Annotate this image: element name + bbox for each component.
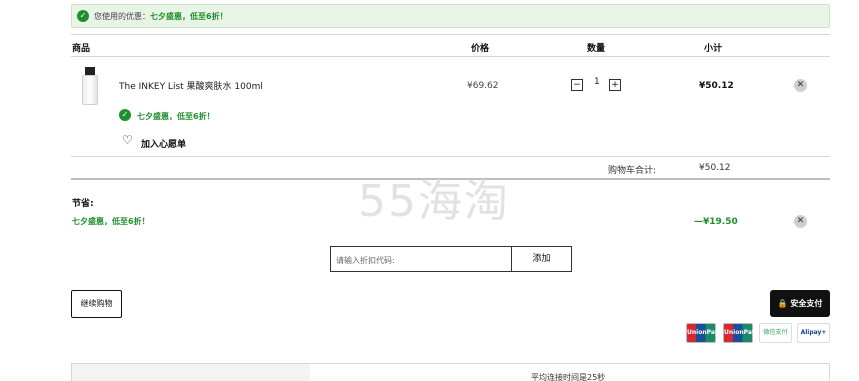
secure-checkout-button[interactable]: 🔒 安全支付	[770, 290, 830, 317]
header-bottom-divider	[71, 56, 830, 57]
promo-name: 七夕盛惠，低至6折！	[150, 12, 228, 21]
cart-divider	[71, 156, 830, 157]
add-to-wishlist-link[interactable]: 加入心愿单	[141, 137, 186, 150]
check-circle-icon: ✓	[119, 109, 131, 121]
remove-promo-button[interactable]: ✕	[794, 215, 807, 228]
item-subtotal: ¥50.12	[699, 81, 734, 91]
cart-total-label: 购物车合计:	[608, 166, 657, 176]
check-circle-icon: ✓	[77, 10, 89, 22]
site-watermark: 55海淘	[358, 176, 510, 227]
checkout-label: 安全支付	[790, 299, 823, 308]
header-top-divider	[71, 34, 830, 35]
alipay-badge: Alipay+	[797, 323, 830, 343]
quantity-increase-button[interactable]: +	[609, 79, 621, 91]
connection-info-placeholder	[72, 364, 310, 381]
promo-banner: ✓ 您使用的优惠： 七夕盛惠，低至6折！	[71, 4, 830, 28]
item-promo-label: 七夕盛惠，低至6折！	[137, 112, 215, 121]
savings-promo-label: 七夕盛惠，低至6折！	[72, 217, 150, 226]
column-header-quantity: 数量	[587, 44, 606, 54]
discount-code-input[interactable]: 请输入折扣代码:	[330, 246, 512, 272]
product-name[interactable]: The INKEY List 果酸爽肤水 100ml	[119, 79, 263, 92]
column-header-product: 商品	[72, 44, 91, 54]
savings-value: —¥19.50	[694, 217, 738, 227]
quantity-decrease-button[interactable]: −	[571, 79, 583, 91]
quantity-value[interactable]: 1	[594, 77, 600, 87]
connection-time-note: 平均连接时间是25秒	[531, 373, 606, 381]
cart-total-value: ¥50.12	[699, 163, 731, 173]
heart-outline-icon[interactable]: ♡	[122, 134, 133, 146]
lock-icon: 🔒	[777, 299, 788, 308]
unionpay-badge: UnionPay	[723, 323, 756, 343]
continue-shopping-button[interactable]: 继续购物	[71, 290, 122, 318]
column-header-subtotal: 小计	[704, 44, 723, 54]
apply-discount-button[interactable]: 添加	[511, 246, 572, 272]
savings-label: 节省:	[72, 199, 94, 209]
remove-item-button[interactable]: ✕	[794, 79, 807, 92]
product-image[interactable]	[82, 67, 98, 105]
column-header-price: 价格	[471, 44, 490, 54]
item-price: ¥69.62	[467, 81, 499, 91]
promo-label: 您使用的优惠：	[94, 12, 150, 21]
unionpay-badge: UnionPay	[686, 323, 719, 343]
wechat-pay-badge: 微信支付	[759, 323, 792, 343]
